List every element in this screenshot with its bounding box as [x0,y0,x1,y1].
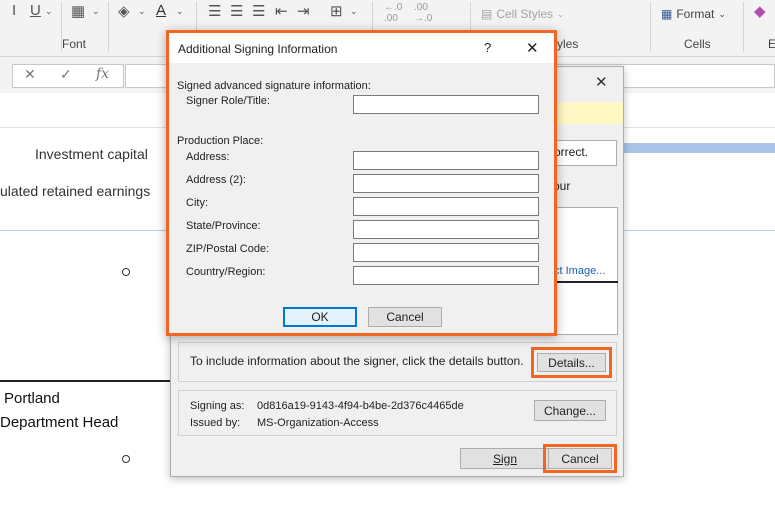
dialog-titlebar: Additional Signing Information ? ✕ [169,33,554,63]
state-input[interactable] [353,220,539,239]
change-button[interactable]: Change... [534,400,606,421]
signer-panel: Signing as: 0d816a19-9143-4f94-b4be-2d37… [178,390,617,436]
chevron-down-icon[interactable]: ⌄ [350,6,358,17]
align-left-icon[interactable]: ☰ [208,2,221,20]
decrease-decimal-icon[interactable]: .00 →.0 [414,2,432,24]
chevron-down-icon: ⌄ [557,8,565,19]
align-center-icon[interactable]: ☰ [230,2,243,20]
issued-by-value: MS-Organization-Access [257,417,379,429]
font-color-icon[interactable]: A [156,2,166,19]
close-icon[interactable]: ✕ [595,73,608,91]
align-right-icon[interactable]: ☰ [252,2,265,20]
details-prompt: To include information about the signer,… [190,354,524,368]
group-label-font: Font [62,37,87,51]
signer-role-label: Signer Role/Title: [186,95,270,107]
close-icon[interactable]: ✕ [526,39,539,57]
fill-color-icon[interactable]: ◈ [118,2,130,20]
details-button[interactable]: Details... [537,353,606,372]
chevron-down-icon: ⌄ [718,8,726,19]
signed-info-heading: Signed advanced signature information: [177,80,371,92]
format-icon: ▦ [661,7,673,21]
italic-icon[interactable]: I [12,2,16,19]
selected-cell-bar [624,143,775,153]
signature-line [0,380,172,382]
insert-function-icon[interactable]: fx [96,66,109,82]
retained-earnings-label: ulated retained earnings [0,183,151,199]
shape-handle[interactable] [122,455,130,463]
increase-indent-icon[interactable]: ⇥ [297,2,310,20]
portland-label: Portland [4,390,60,407]
sign-button-label: Sign [492,451,518,466]
ribbon-separator [743,2,744,52]
chevron-down-icon[interactable]: ⌄ [176,6,184,17]
additional-signing-dialog: Additional Signing Information ? ✕ Signe… [166,30,557,336]
group-label-styles: yles [557,37,579,51]
ok-button-label: OK [311,310,329,324]
format-button[interactable]: ▦ Format ⌄ [661,7,726,21]
address2-input[interactable] [353,174,539,193]
zip-input[interactable] [353,243,539,262]
ok-button[interactable]: OK [283,307,357,327]
help-icon[interactable]: ? [484,40,491,55]
shape-handle[interactable] [122,268,130,276]
group-label-cells: Cells [684,37,711,51]
state-label: State/Province: [186,220,261,232]
select-image-link[interactable]: ct Image... [554,265,605,277]
info-panel: orrect. [553,140,617,166]
signature-image-box[interactable]: ct Image... [553,207,618,335]
enter-formula-icon[interactable]: ✓ [60,66,72,83]
decrease-indent-icon[interactable]: ⇤ [275,2,288,20]
eraser-icon[interactable]: ◆ [754,2,766,20]
cancel-button[interactable]: Cancel [548,448,612,469]
zip-label: ZIP/Postal Code: [186,243,270,255]
address2-label: Address (2): [186,174,246,186]
cancel-formula-icon[interactable]: ✕ [24,66,36,83]
cell-styles-button[interactable]: ▤ Cell Styles ⌄ [481,7,565,21]
chevron-down-icon[interactable]: ⌄ [138,6,146,17]
ribbon-separator [650,2,651,52]
city-label: City: [186,197,208,209]
investment-capital-label: Investment capital [35,146,148,162]
country-input[interactable] [353,266,539,285]
borders-icon[interactable]: ▦ [71,2,85,20]
production-place-heading: Production Place: [177,135,264,147]
increase-decimal-icon[interactable]: ←.0.00 [384,2,402,24]
address-input[interactable] [353,151,539,170]
sign-button[interactable]: Sign [460,448,550,469]
merge-center-icon[interactable]: ⊞ [330,2,343,20]
chevron-down-icon[interactable]: ⌄ [92,6,100,17]
additional-cancel-button[interactable]: Cancel [368,307,442,327]
city-input[interactable] [353,197,539,216]
ribbon-separator [108,2,109,52]
format-label: Format [676,7,715,21]
signature-line [554,281,618,283]
signer-role-input[interactable] [353,95,539,114]
signing-as-value: 0d816a19-9143-4f94-b4be-2d376c4465de [257,400,464,412]
change-button-label: Change... [543,403,597,418]
address-label: Address: [186,151,230,163]
chevron-down-icon[interactable]: ⌄ [45,6,53,17]
dialog-title: Additional Signing Information [178,42,338,56]
signing-as-label: Signing as: [190,400,245,412]
additional-cancel-label: Cancel [386,310,424,324]
cell-styles-icon: ▤ [481,7,493,21]
details-button-label: Details... [548,355,595,370]
group-label-editing-partial: E [768,37,775,51]
department-head-label: Department Head [0,414,119,431]
divider [624,230,775,231]
cancel-button-label: Cancel [561,451,599,466]
issued-by-label: Issued by: [190,417,241,429]
underline-icon[interactable]: U [30,2,41,19]
cell-styles-label: Cell Styles [496,7,554,21]
country-label: Country/Region: [186,266,266,278]
divider [0,230,170,231]
info-text: orrect. [554,145,589,159]
